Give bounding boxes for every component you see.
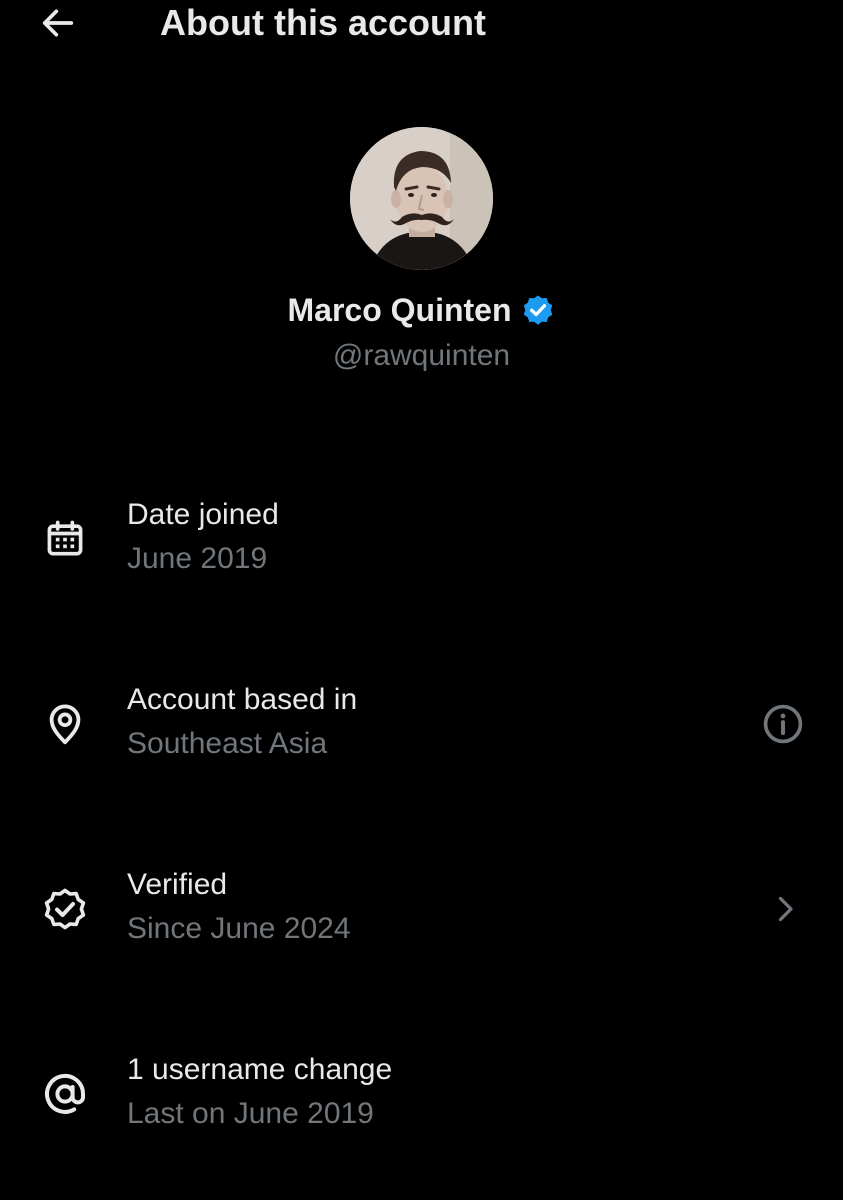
name-row: Marco Quinten <box>0 288 843 332</box>
info-row-account-based-in: Account based in Southeast Asia <box>0 680 843 780</box>
verified-badge-outline-icon <box>38 882 92 936</box>
page-title: About this account <box>160 2 486 43</box>
row-label: 1 username change <box>127 1053 393 1086</box>
row-value: Southeast Asia <box>127 727 328 760</box>
row-label: Date joined <box>127 498 279 531</box>
row-value: June 2019 <box>127 542 268 575</box>
avatar[interactable] <box>350 127 493 270</box>
display-name: Marco Quinten <box>287 292 512 328</box>
chevron-right-icon <box>778 896 793 922</box>
row-label: Verified <box>127 868 228 901</box>
top-bar: About this account <box>0 0 843 50</box>
location-pin-icon <box>38 697 92 751</box>
calendar-icon <box>38 512 92 566</box>
at-sign-icon <box>38 1067 92 1121</box>
info-row-username-changes: 1 username change Last on June 2019 <box>0 1050 843 1150</box>
verified-details-button[interactable] <box>760 884 810 934</box>
info-row-verified[interactable]: Verified Since June 2024 <box>0 865 843 965</box>
info-button[interactable] <box>758 699 808 749</box>
row-value: Since June 2024 <box>127 912 351 945</box>
username-handle: @rawquinten <box>332 339 511 372</box>
row-label: Account based in <box>127 683 358 716</box>
info-row-date-joined: Date joined June 2019 <box>0 495 843 595</box>
back-button[interactable] <box>34 2 82 44</box>
verified-badge-icon <box>523 295 552 325</box>
row-value: Last on June 2019 <box>127 1097 374 1130</box>
info-icon <box>763 704 803 744</box>
arrow-left-icon <box>42 9 74 37</box>
